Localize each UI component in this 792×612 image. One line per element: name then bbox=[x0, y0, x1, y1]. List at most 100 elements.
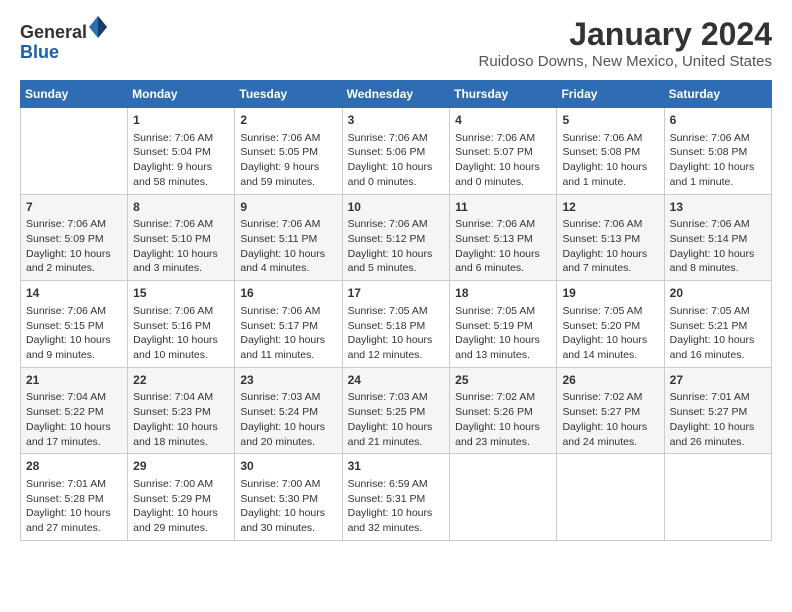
day-info: Sunrise: 7:04 AMSunset: 5:23 PMDaylight:… bbox=[133, 390, 229, 449]
day-cell: 31Sunrise: 6:59 AMSunset: 5:31 PMDayligh… bbox=[342, 454, 450, 541]
day-info: Sunrise: 6:59 AMSunset: 5:31 PMDaylight:… bbox=[348, 477, 445, 536]
calendar-table: Sunday Monday Tuesday Wednesday Thursday… bbox=[20, 80, 772, 541]
day-number: 4 bbox=[455, 112, 551, 129]
day-cell: 8Sunrise: 7:06 AMSunset: 5:10 PMDaylight… bbox=[128, 194, 235, 281]
header-wednesday: Wednesday bbox=[342, 81, 450, 108]
header-monday: Monday bbox=[128, 81, 235, 108]
day-info: Sunrise: 7:00 AMSunset: 5:29 PMDaylight:… bbox=[133, 477, 229, 536]
logo-general: General bbox=[20, 22, 87, 42]
header-tuesday: Tuesday bbox=[235, 81, 342, 108]
day-info: Sunrise: 7:06 AMSunset: 5:05 PMDaylight:… bbox=[240, 131, 336, 190]
day-info: Sunrise: 7:06 AMSunset: 5:12 PMDaylight:… bbox=[348, 217, 445, 276]
day-cell: 29 Sunrise: 7:00 AMSunset: 5:29 PMDayligh… bbox=[128, 454, 235, 541]
day-info: Sunrise: 7:06 AMSunset: 5:04 PMDaylight:… bbox=[133, 131, 229, 190]
day-info: Sunrise: 7:06 AMSunset: 5:08 PMDaylight:… bbox=[562, 131, 658, 190]
day-info: Sunrise: 7:06 AMSunset: 5:16 PMDaylight:… bbox=[133, 304, 229, 363]
day-cell: 17 Sunrise: 7:05 AMSunset: 5:18 PMDayligh… bbox=[342, 281, 450, 368]
day-number: 1 bbox=[133, 112, 229, 129]
day-number: 9 bbox=[240, 199, 336, 216]
header-sunday: Sunday bbox=[21, 81, 128, 108]
day-info: Sunrise: 7:02 AMSunset: 5:26 PMDaylight:… bbox=[455, 390, 551, 449]
day-info: Sunrise: 7:06 AMSunset: 5:11 PMDaylight:… bbox=[240, 217, 336, 276]
day-number: 13 bbox=[670, 199, 766, 216]
day-cell: 27Sunrise: 7:01 AMSunset: 5:27 PMDayligh… bbox=[664, 367, 771, 454]
day-cell: 30 Sunrise: 7:00 AMSunset: 5:30 PMDayligh… bbox=[235, 454, 342, 541]
day-cell: 3 Sunrise: 7:06 AMSunset: 5:06 PMDaylight… bbox=[342, 108, 450, 195]
day-info: Sunrise: 7:06 AMSunset: 5:10 PMDaylight:… bbox=[133, 217, 229, 276]
day-cell: 2 Sunrise: 7:06 AMSunset: 5:05 PMDaylight… bbox=[235, 108, 342, 195]
day-number: 10 bbox=[348, 199, 445, 216]
day-cell: 28Sunrise: 7:01 AMSunset: 5:28 PMDayligh… bbox=[21, 454, 128, 541]
day-number: 8 bbox=[133, 199, 229, 216]
page-title: January 2024 bbox=[479, 16, 772, 53]
day-cell bbox=[21, 108, 128, 195]
day-info: Sunrise: 7:03 AMSunset: 5:24 PMDaylight:… bbox=[240, 390, 336, 449]
day-info: Sunrise: 7:06 AMSunset: 5:17 PMDaylight:… bbox=[240, 304, 336, 363]
day-info: Sunrise: 7:06 AMSunset: 5:07 PMDaylight:… bbox=[455, 131, 551, 190]
day-number: 30 bbox=[240, 458, 336, 475]
day-cell bbox=[557, 454, 664, 541]
day-cell bbox=[664, 454, 771, 541]
header-friday: Friday bbox=[557, 81, 664, 108]
day-cell: 23Sunrise: 7:03 AMSunset: 5:24 PMDayligh… bbox=[235, 367, 342, 454]
day-info: Sunrise: 7:05 AMSunset: 5:18 PMDaylight:… bbox=[348, 304, 445, 363]
day-cell: 25Sunrise: 7:02 AMSunset: 5:26 PMDayligh… bbox=[450, 367, 557, 454]
week-row-2: 7Sunrise: 7:06 AMSunset: 5:09 PMDaylight… bbox=[21, 194, 772, 281]
day-cell: 13Sunrise: 7:06 AMSunset: 5:14 PMDayligh… bbox=[664, 194, 771, 281]
week-row-5: 28Sunrise: 7:01 AMSunset: 5:28 PMDayligh… bbox=[21, 454, 772, 541]
day-cell: 20 Sunrise: 7:05 AMSunset: 5:21 PMDayligh… bbox=[664, 281, 771, 368]
title-block: January 2024 Ruidoso Downs, New Mexico, … bbox=[479, 16, 772, 70]
day-cell: 26Sunrise: 7:02 AMSunset: 5:27 PMDayligh… bbox=[557, 367, 664, 454]
day-number: 22 bbox=[133, 372, 229, 389]
day-number: 11 bbox=[455, 199, 551, 216]
day-cell: 4 Sunrise: 7:06 AMSunset: 5:07 PMDaylight… bbox=[450, 108, 557, 195]
day-cell: 22Sunrise: 7:04 AMSunset: 5:23 PMDayligh… bbox=[128, 367, 235, 454]
day-number: 17 bbox=[348, 285, 445, 302]
day-number: 25 bbox=[455, 372, 551, 389]
day-number: 2 bbox=[240, 112, 336, 129]
logo-blue: Blue bbox=[20, 42, 59, 62]
page-header: General Blue January 2024 Ruidoso Downs,… bbox=[20, 16, 772, 70]
day-info: Sunrise: 7:05 AMSunset: 5:21 PMDaylight:… bbox=[670, 304, 766, 363]
day-cell: 14 Sunrise: 7:06 AMSunset: 5:15 PMDayligh… bbox=[21, 281, 128, 368]
day-number: 21 bbox=[26, 372, 122, 389]
day-number: 29 bbox=[133, 458, 229, 475]
day-cell: 19 Sunrise: 7:05 AMSunset: 5:20 PMDayligh… bbox=[557, 281, 664, 368]
day-info: Sunrise: 7:06 AMSunset: 5:06 PMDaylight:… bbox=[348, 131, 445, 190]
day-cell bbox=[450, 454, 557, 541]
week-row-3: 14 Sunrise: 7:06 AMSunset: 5:15 PMDayligh… bbox=[21, 281, 772, 368]
day-number: 23 bbox=[240, 372, 336, 389]
day-info: Sunrise: 7:06 AMSunset: 5:09 PMDaylight:… bbox=[26, 217, 122, 276]
day-number: 24 bbox=[348, 372, 445, 389]
header-row: Sunday Monday Tuesday Wednesday Thursday… bbox=[21, 81, 772, 108]
day-info: Sunrise: 7:06 AMSunset: 5:15 PMDaylight:… bbox=[26, 304, 122, 363]
day-cell: 11Sunrise: 7:06 AMSunset: 5:13 PMDayligh… bbox=[450, 194, 557, 281]
day-number: 14 bbox=[26, 285, 122, 302]
day-cell: 18Sunrise: 7:05 AMSunset: 5:19 PMDayligh… bbox=[450, 281, 557, 368]
day-cell: 12Sunrise: 7:06 AMSunset: 5:13 PMDayligh… bbox=[557, 194, 664, 281]
day-number: 3 bbox=[348, 112, 445, 129]
day-cell: 10Sunrise: 7:06 AMSunset: 5:12 PMDayligh… bbox=[342, 194, 450, 281]
day-info: Sunrise: 7:00 AMSunset: 5:30 PMDaylight:… bbox=[240, 477, 336, 536]
day-cell: 6Sunrise: 7:06 AMSunset: 5:08 PMDaylight… bbox=[664, 108, 771, 195]
day-info: Sunrise: 7:06 AMSunset: 5:13 PMDaylight:… bbox=[455, 217, 551, 276]
day-info: Sunrise: 7:04 AMSunset: 5:22 PMDaylight:… bbox=[26, 390, 122, 449]
day-info: Sunrise: 7:06 AMSunset: 5:08 PMDaylight:… bbox=[670, 131, 766, 190]
week-row-4: 21Sunrise: 7:04 AMSunset: 5:22 PMDayligh… bbox=[21, 367, 772, 454]
week-row-1: 1 Sunrise: 7:06 AMSunset: 5:04 PMDaylight… bbox=[21, 108, 772, 195]
day-cell: 7Sunrise: 7:06 AMSunset: 5:09 PMDaylight… bbox=[21, 194, 128, 281]
day-info: Sunrise: 7:02 AMSunset: 5:27 PMDaylight:… bbox=[562, 390, 658, 449]
day-number: 7 bbox=[26, 199, 122, 216]
day-number: 19 bbox=[562, 285, 658, 302]
day-cell: 24Sunrise: 7:03 AMSunset: 5:25 PMDayligh… bbox=[342, 367, 450, 454]
day-cell: 9Sunrise: 7:06 AMSunset: 5:11 PMDaylight… bbox=[235, 194, 342, 281]
day-number: 26 bbox=[562, 372, 658, 389]
day-number: 27 bbox=[670, 372, 766, 389]
day-cell: 1 Sunrise: 7:06 AMSunset: 5:04 PMDaylight… bbox=[128, 108, 235, 195]
day-cell: 21Sunrise: 7:04 AMSunset: 5:22 PMDayligh… bbox=[21, 367, 128, 454]
day-number: 28 bbox=[26, 458, 122, 475]
day-info: Sunrise: 7:05 AMSunset: 5:20 PMDaylight:… bbox=[562, 304, 658, 363]
day-info: Sunrise: 7:06 AMSunset: 5:13 PMDaylight:… bbox=[562, 217, 658, 276]
day-number: 20 bbox=[670, 285, 766, 302]
day-info: Sunrise: 7:03 AMSunset: 5:25 PMDaylight:… bbox=[348, 390, 445, 449]
